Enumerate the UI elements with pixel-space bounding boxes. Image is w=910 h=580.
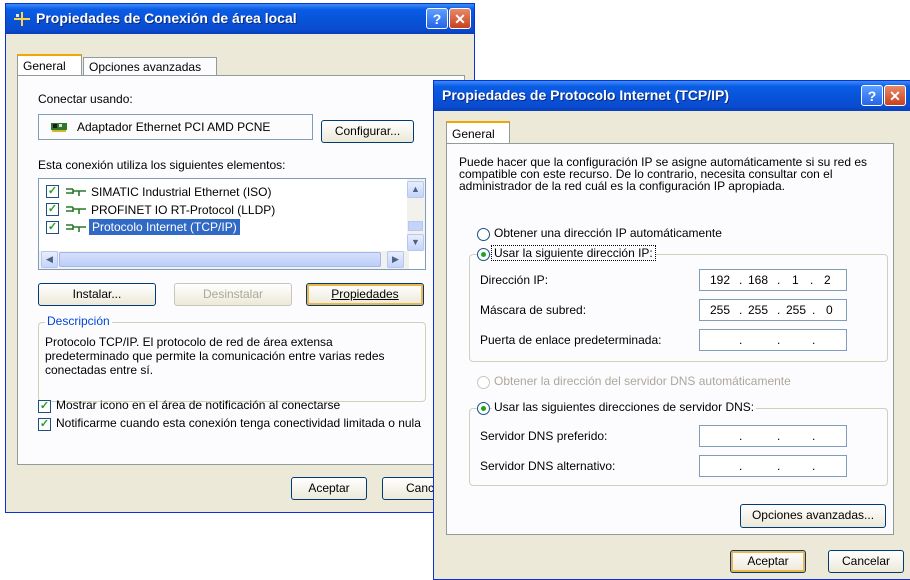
network-protocol-icon [66,224,86,232]
show-icon-checkbox[interactable]: ✓ [38,400,51,413]
properties-button[interactable]: Propiedades [306,283,424,306]
window2-titlebar[interactable]: Propiedades de Protocolo Internet (TCP/I… [434,81,910,111]
uninstall-button: Desinstalar [174,283,292,306]
manual-ip-group: Usar la siguiente dirección IP: Direcció… [469,245,888,362]
close-button[interactable]: ✕ [449,8,471,29]
ip-address-label: Dirección IP: [480,273,549,287]
general-panel: Conectar usando: Adaptador Ethernet PCI … [17,75,465,465]
scroll-left-icon[interactable]: ◀ [41,251,58,268]
window2-accept-button[interactable]: Aceptar [730,550,806,573]
manual-dns-radio[interactable] [477,402,490,415]
component-checkbox[interactable]: ✓ [46,185,59,198]
description-legend: Descripción [45,314,112,328]
configure-button[interactable]: Configurar... [321,120,414,143]
manual-dns-label: Usar las siguientes direcciones de servi… [492,400,757,414]
list-item[interactable]: ✓ Protocolo Internet (TCP/IP) [39,219,399,237]
connect-using-label: Conectar usando: [38,92,133,106]
list-item[interactable]: ✓ PROFINET IO RT-Protocol (LLDP) [39,201,399,219]
component-label: SIMATIC Industrial Ethernet (ISO) [91,185,272,199]
horizontal-scroll-thumb[interactable] [59,252,381,267]
vertical-scrollbar[interactable]: ▲ ▼ [407,179,425,251]
auto-ip-radio[interactable] [477,228,490,241]
local-connection-properties-window: Propiedades de Conexión de área local ? … [5,3,475,513]
gateway-input[interactable]: . . . [699,329,847,351]
scroll-up-icon[interactable]: ▲ [407,181,424,198]
elements-label: Esta conexión utiliza los siguientes ele… [38,158,286,172]
notify-checkbox[interactable]: ✓ [38,418,51,431]
window1-title: Propiedades de Conexión de área local [36,10,297,26]
description-group: Descripción Protocolo TCP/IP. El protoco… [38,314,426,402]
network-protocol-icon [66,206,86,214]
notify-label: Notificarme cuando esta conexión tenga c… [56,416,421,430]
tab-general[interactable]: General [17,54,82,76]
help-button[interactable]: ? [426,8,448,29]
ip-address-input[interactable]: 192 . 168 . 1 . 2 [699,269,847,291]
subnet-mask-input[interactable]: 255 . 255 . 255 . 0 [699,299,847,321]
window2-title: Propiedades de Protocolo Internet (TCP/I… [442,87,730,103]
tcpip-general-panel: Puede hacer que la configuración IP se a… [446,143,894,535]
component-label-selected: Protocolo Internet (TCP/IP) [89,219,240,235]
manual-ip-label: Usar la siguiente dirección IP: [491,245,656,261]
intro-text: Puede hacer que la configuración IP se a… [459,155,868,193]
manual-dns-group: Usar las siguientes direcciones de servi… [469,400,888,486]
description-text: Protocolo TCP/IP. El protocolo de red de… [45,335,385,377]
advanced-options-button[interactable]: Opciones avanzadas... [740,504,886,528]
auto-dns-radio [477,376,490,389]
adapter-name: Adaptador Ethernet PCI AMD PCNE [77,120,271,134]
close-button[interactable]: ✕ [884,85,906,106]
preferred-dns-label: Servidor DNS preferido: [480,429,608,443]
auto-dns-label: Obtener la dirección del servidor DNS au… [494,374,791,388]
gateway-label: Puerta de enlace predeterminada: [480,333,662,347]
scroll-right-icon[interactable]: ▶ [387,251,404,268]
auto-ip-label: Obtener una dirección IP automáticamente [494,226,722,240]
component-label: PROFINET IO RT-Protocol (LLDP) [91,203,276,217]
install-button[interactable]: Instalar... [38,283,156,306]
component-checkbox[interactable]: ✓ [46,221,59,234]
alternate-dns-input[interactable]: . . . [699,455,847,477]
network-connection-icon [14,12,30,26]
tab-general[interactable]: General [446,121,510,144]
preferred-dns-input[interactable]: . . . [699,425,847,447]
scroll-down-icon[interactable]: ▼ [407,234,424,251]
manual-ip-radio[interactable] [477,248,490,261]
window1-titlebar[interactable]: Propiedades de Conexión de área local ? … [6,4,474,34]
show-icon-label: Mostrar icono en el área de notificación… [56,398,341,412]
window2-cancel-button[interactable]: Cancelar [828,550,904,573]
component-checkbox[interactable]: ✓ [46,203,59,216]
help-button[interactable]: ? [861,85,883,106]
alternate-dns-label: Servidor DNS alternativo: [480,459,616,473]
list-item[interactable]: ✓ SIMATIC Industrial Ethernet (ISO) [39,183,399,201]
horizontal-scrollbar[interactable]: ◀ ▶ [39,251,409,269]
tcpip-properties-window: Propiedades de Protocolo Internet (TCP/I… [433,80,910,580]
network-card-icon [51,123,67,132]
window1-accept-button[interactable]: Aceptar [291,477,367,500]
adapter-field: Adaptador Ethernet PCI AMD PCNE [38,114,313,140]
tab-advanced-options[interactable]: Opciones avanzadas [83,57,217,76]
network-protocol-icon [66,188,86,196]
subnet-mask-label: Máscara de subred: [480,303,587,317]
components-list[interactable]: ✓ SIMATIC Industrial Ethernet (ISO) ✓ PR… [38,178,426,270]
scroll-thumb[interactable] [408,221,423,231]
